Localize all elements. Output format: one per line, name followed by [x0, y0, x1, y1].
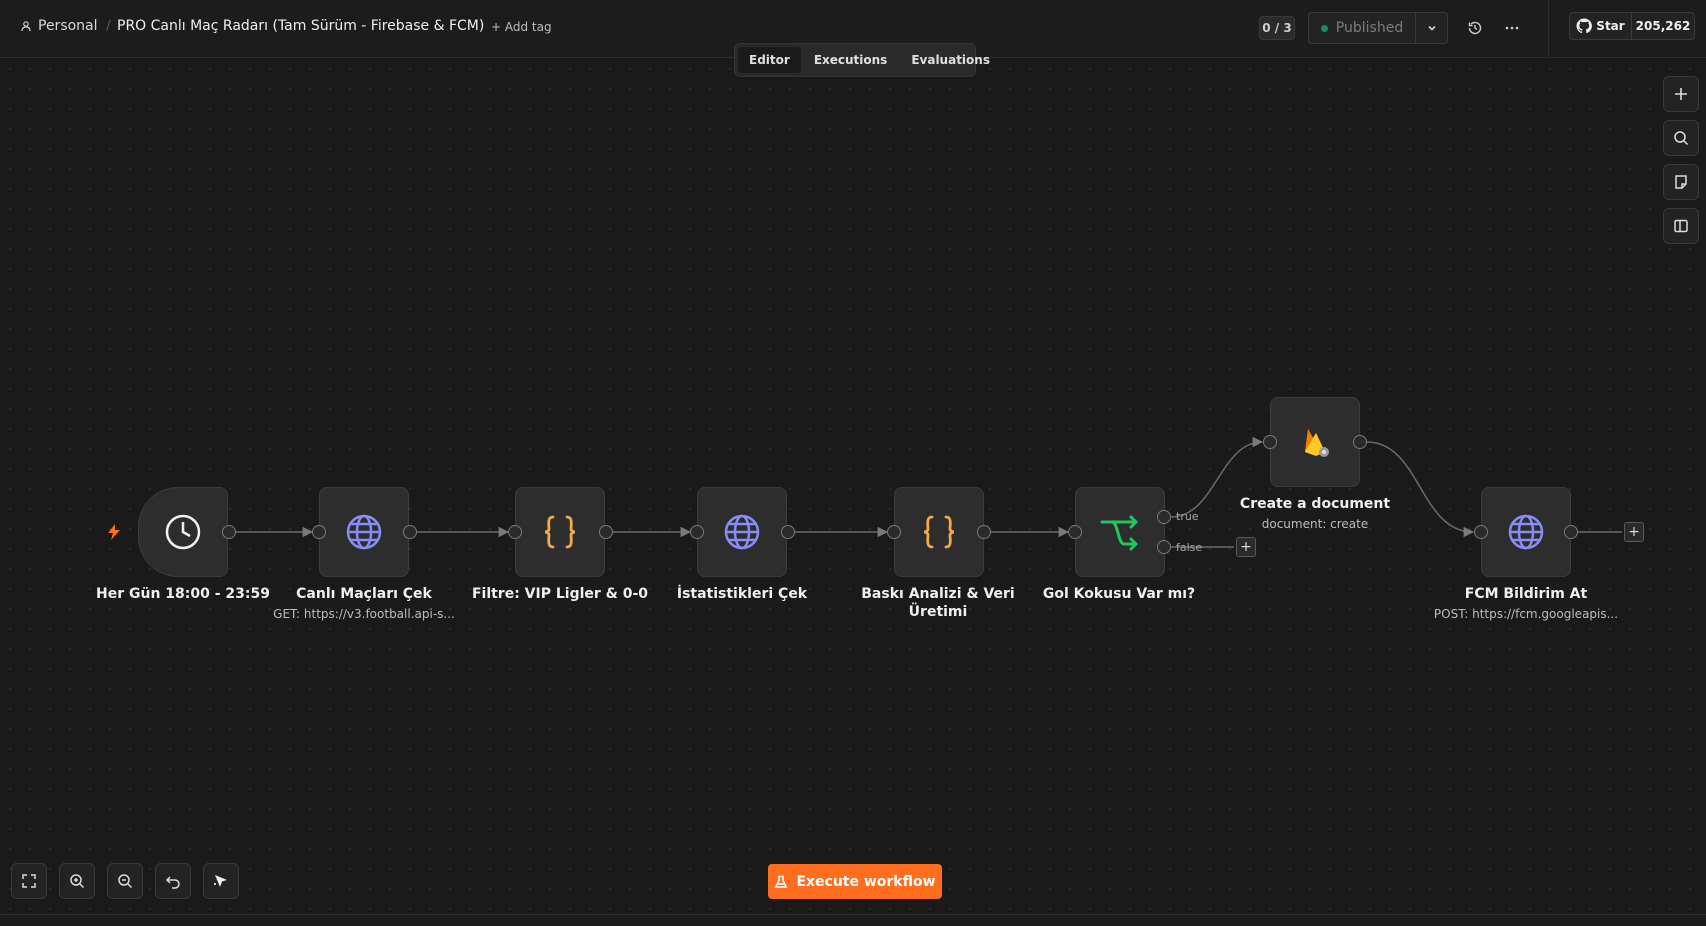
execute-workflow-label: Execute workflow — [796, 873, 936, 890]
output-handle[interactable] — [222, 525, 236, 539]
input-handle[interactable] — [1263, 435, 1277, 449]
sticky-note-icon — [1675, 175, 1687, 189]
branch-label-false: false — [1176, 541, 1203, 554]
trigger-bolt-icon — [108, 524, 120, 540]
tab-evaluations[interactable]: Evaluations — [900, 47, 1001, 73]
output-handle-false[interactable] — [1157, 540, 1171, 554]
node-schedule-trigger[interactable] — [138, 487, 228, 577]
node-label: Canlı Maçları Çek — [296, 586, 432, 602]
sticky-note-button[interactable] — [1663, 164, 1699, 200]
node-code-analysis[interactable] — [894, 487, 984, 577]
zoom-out-button[interactable] — [107, 863, 143, 899]
input-handle[interactable] — [1068, 525, 1082, 539]
bottom-panel-edge — [0, 914, 1706, 926]
if-branch-icon — [1100, 515, 1138, 551]
node-label: FCM Bildirim At — [1464, 586, 1588, 602]
output-handle[interactable] — [977, 525, 991, 539]
globe-icon — [346, 514, 382, 550]
add-node-side-button[interactable] — [1663, 76, 1699, 112]
undo-button[interactable] — [155, 863, 191, 899]
toggle-panel-button[interactable] — [1663, 208, 1699, 244]
input-handle[interactable] — [690, 525, 704, 539]
firebase-icon — [1305, 429, 1329, 457]
output-handle[interactable] — [403, 525, 417, 539]
node-subtitle: document: create — [1261, 517, 1369, 531]
connection-layer — [235, 436, 1622, 548]
code-braces-icon — [544, 515, 576, 549]
fullscreen-icon — [22, 874, 36, 888]
node-subtitle: POST: https://fcm.googleapis... — [1433, 607, 1619, 621]
node-label: Her Gün 18:00 - 23:59 — [96, 586, 270, 602]
node-http-fcm[interactable] — [1481, 487, 1571, 577]
globe-icon — [724, 514, 760, 550]
zoom-in-button[interactable] — [59, 863, 95, 899]
input-handle[interactable] — [312, 525, 326, 539]
node-label: Filtre: VIP Ligler & 0-0 — [471, 586, 649, 602]
view-tabs: Editor Executions Evaluations — [734, 43, 990, 77]
node-subtitle: GET: https://v3.football.api-s... — [273, 607, 455, 621]
panel-icon — [1674, 219, 1688, 233]
wand-cursor-icon — [214, 875, 227, 887]
flask-icon — [775, 875, 788, 888]
node-if-condition[interactable] — [1075, 487, 1165, 577]
fit-view-button[interactable] — [11, 863, 47, 899]
zoom-out-icon — [118, 874, 133, 889]
input-handle[interactable] — [887, 525, 901, 539]
node-label: Gol Kokusu Var mı? — [1042, 586, 1196, 602]
node-label: İstatistikleri Çek — [676, 586, 808, 602]
input-handle[interactable] — [508, 525, 522, 539]
zoom-in-icon — [70, 874, 85, 889]
plus-icon — [1675, 88, 1687, 100]
output-handle[interactable] — [1564, 525, 1578, 539]
branch-label-true: true — [1176, 510, 1199, 523]
add-node-button[interactable]: + — [1624, 522, 1644, 542]
node-code-filter[interactable] — [515, 487, 605, 577]
tab-editor[interactable]: Editor — [738, 47, 801, 73]
output-handle-true[interactable] — [1157, 510, 1171, 524]
globe-icon — [1508, 514, 1544, 550]
search-nodes-button[interactable] — [1663, 120, 1699, 156]
node-http-statistics[interactable] — [697, 487, 787, 577]
input-handle[interactable] — [1474, 525, 1488, 539]
clock-icon — [165, 514, 201, 550]
node-label: Baskı Analizi & Veri Üretimi — [861, 586, 1015, 620]
undo-icon — [165, 876, 180, 889]
add-node-false-button[interactable]: + — [1236, 537, 1256, 557]
node-label: Create a document — [1239, 496, 1391, 512]
output-handle[interactable] — [599, 525, 613, 539]
execute-workflow-button[interactable]: Execute workflow — [768, 864, 942, 899]
code-braces-icon — [923, 515, 955, 549]
tab-executions[interactable]: Executions — [803, 47, 899, 73]
search-icon — [1674, 131, 1689, 146]
node-http-live-matches[interactable] — [319, 487, 409, 577]
output-handle[interactable] — [781, 525, 795, 539]
output-handle[interactable] — [1353, 435, 1367, 449]
node-firebase-create[interactable] — [1270, 397, 1360, 487]
tidy-up-button[interactable] — [203, 863, 239, 899]
